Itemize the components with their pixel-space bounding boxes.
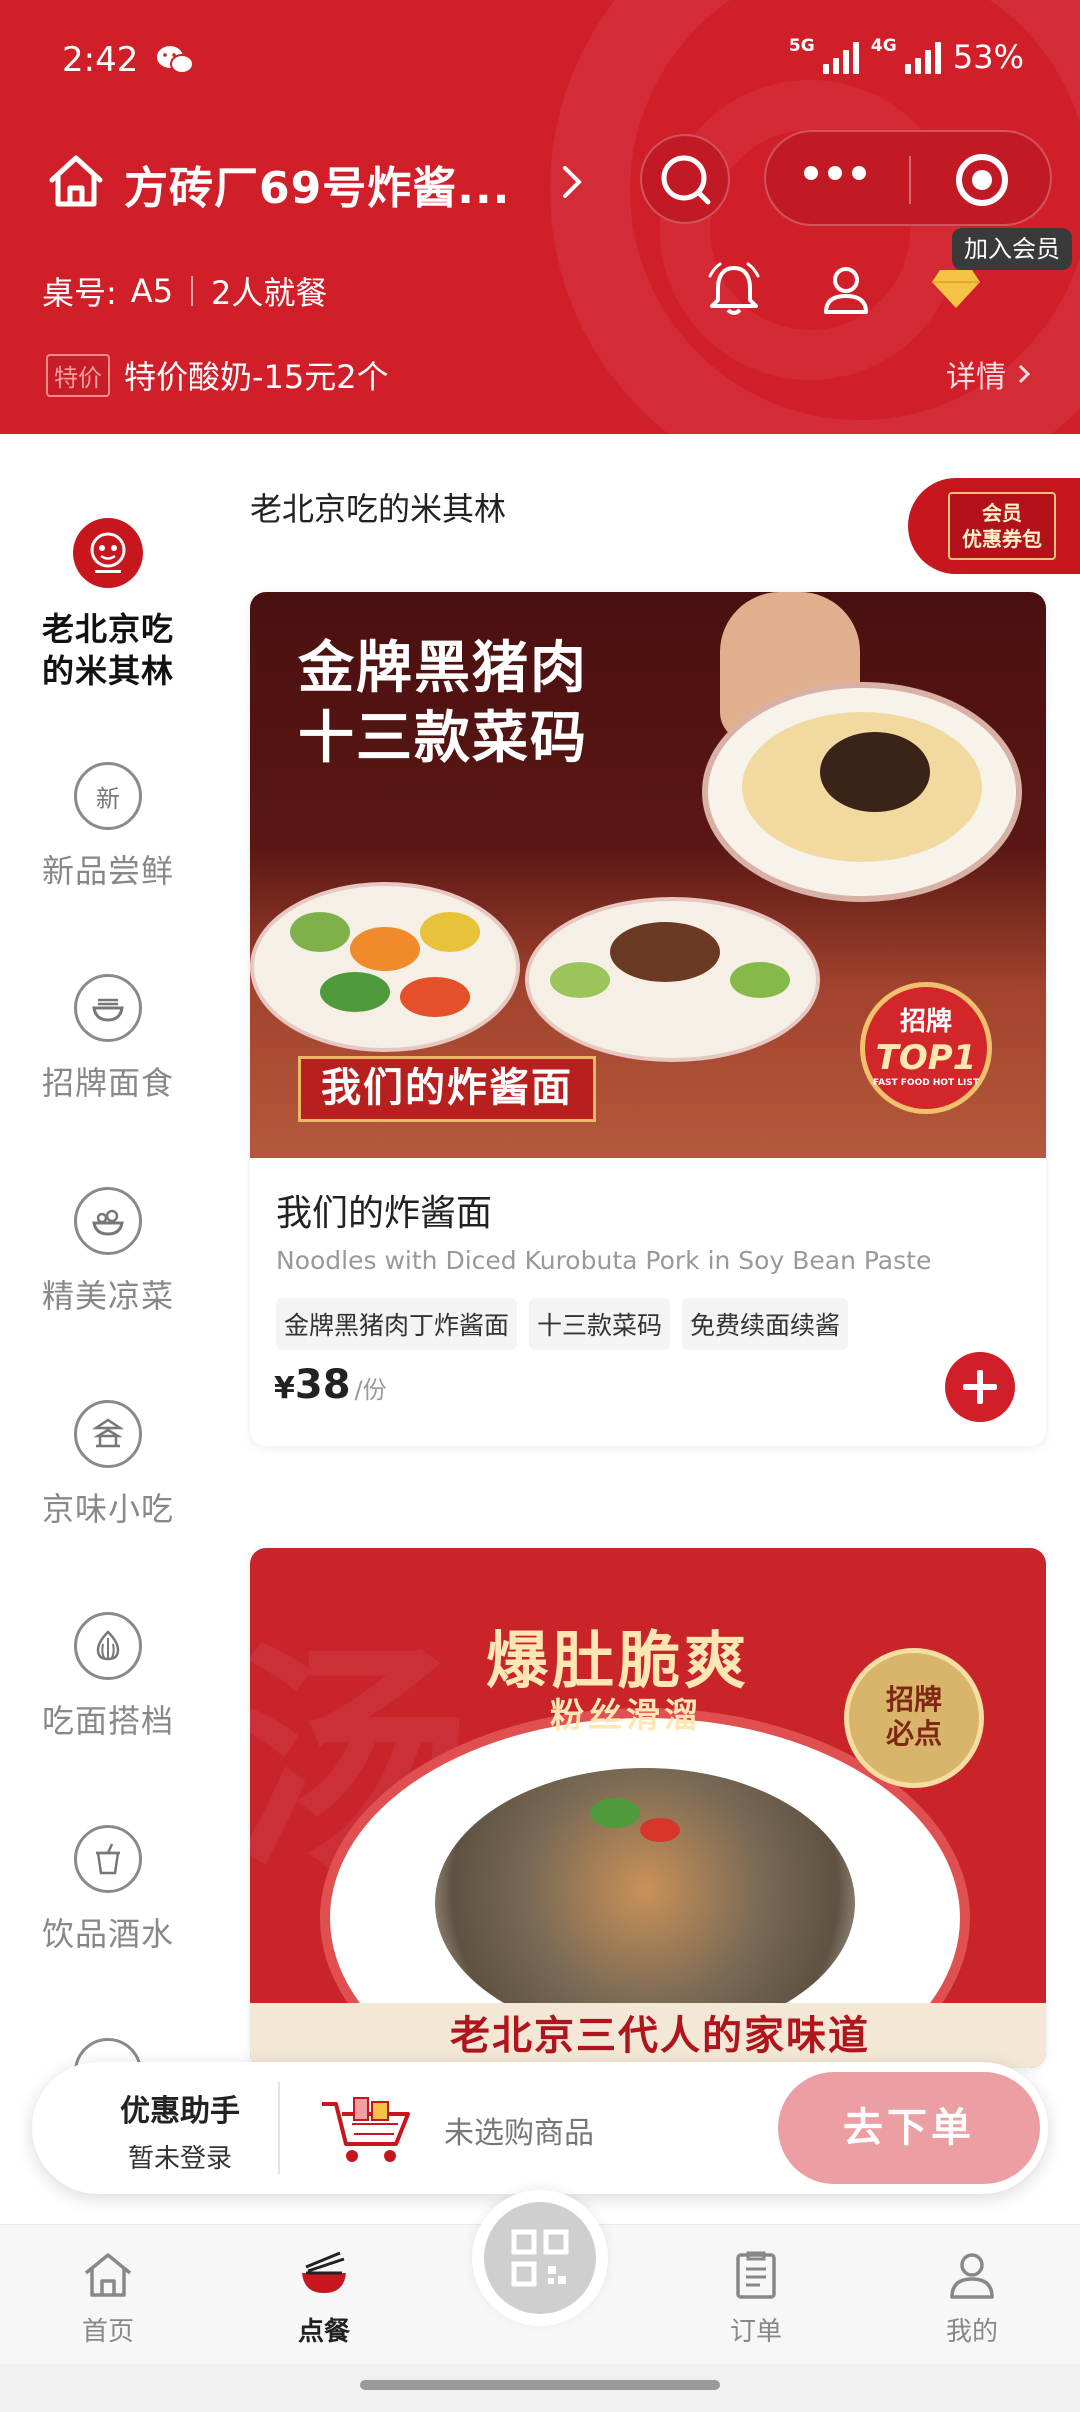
scan-button[interactable] <box>472 2190 608 2326</box>
qr-scan-icon <box>511 2229 569 2287</box>
promo-tag: 特价 <box>46 353 110 397</box>
dish-name-en: Noodles with Diced Kurobuta Pork in Soy … <box>276 1246 932 1275</box>
store-name[interactable]: 方砖厂69号炸酱... <box>124 152 510 216</box>
search-button[interactable] <box>640 134 730 224</box>
salad-bowl-icon <box>74 1187 142 1255</box>
top1-badge: 招牌 TOP1 FAST FOOD HOT LIST <box>860 982 992 1114</box>
diners-count: 2人就餐 <box>211 274 328 312</box>
sidebar-item-label: 老北京吃的米其林 <box>41 610 174 690</box>
person-icon <box>950 2253 994 2299</box>
temple-icon <box>74 1400 142 1468</box>
gesture-bar[interactable] <box>360 2380 720 2390</box>
chevron-right-icon <box>1018 364 1031 384</box>
must-order-badge: 招牌 必点 <box>844 1648 984 1788</box>
noodle-bowl-icon <box>74 974 142 1042</box>
signal-5g-icon: 5G <box>789 36 859 74</box>
sidebar-item-signature-noodles[interactable]: 招牌面食 <box>0 974 216 1104</box>
sidebar-item-label: 精美凉菜 <box>41 1277 174 1315</box>
miniprogram-capsule <box>764 130 1052 226</box>
assistant-status: 暂未登录 <box>127 2144 232 2174</box>
assistant-title: 优惠助手 <box>120 2094 240 2129</box>
dish-tag: 十三款菜码 <box>529 1298 671 1350</box>
sidebar-item-drinks[interactable]: 饮品酒水 <box>0 1825 216 1955</box>
restaurant-logo-icon <box>73 518 143 588</box>
sidebar-item-label: 吃面搭档 <box>41 1702 174 1740</box>
image-slogan: 老北京三代人的家味道 <box>450 2013 870 2059</box>
image-headline: 金牌黑猪肉 十三款菜码 <box>298 636 588 771</box>
dish-tag: 免费续面续酱 <box>682 1298 849 1350</box>
dish-card[interactable]: 金牌黑猪肉 十三款菜码 我们的炸酱面 招牌 TOP1 FAST FOOD HOT… <box>250 592 1046 1446</box>
sidebar-item-label: 新品尝鲜 <box>41 852 174 890</box>
table-info: 桌号: A5 2人就餐 <box>42 268 327 314</box>
member-diamond-icon[interactable] <box>930 262 982 314</box>
nav-me[interactable]: 我的 <box>912 2247 1032 2348</box>
image-headline: 爆肚脆爽 <box>486 1624 751 1697</box>
table-number: A5 <box>130 272 174 310</box>
garlic-icon <box>74 1612 142 1680</box>
dish-tag: 金牌黑猪肉丁炸酱面 <box>276 1298 518 1350</box>
nav-home[interactable]: 首页 <box>48 2247 168 2348</box>
battery-level: 53% <box>952 38 1024 76</box>
cart-bar: 优惠助手 暂未登录 未选购商品 去下单 <box>32 2062 1048 2194</box>
order-list-icon <box>736 2251 776 2299</box>
nav-order-food[interactable]: 点餐 <box>264 2247 384 2348</box>
promo-details-link[interactable]: 详情 <box>946 352 1032 396</box>
nav-orders[interactable]: 订单 <box>696 2247 816 2348</box>
coupon-line-2: 优惠券包 <box>962 527 1042 551</box>
wechat-icon <box>157 46 194 74</box>
home-icon[interactable] <box>46 152 106 210</box>
dish-tags: 金牌黑猪肉丁炸酱面 十三款菜码 免费续面续酱 <box>276 1298 849 1350</box>
user-icon[interactable] <box>814 258 878 322</box>
dish-image[interactable]: 金牌黑猪肉 十三款菜码 我们的炸酱面 招牌 TOP1 FAST FOOD HOT… <box>250 592 1046 1158</box>
image-ribbon: 我们的炸酱面 <box>298 1056 596 1122</box>
sidebar-item-michelin[interactable]: 老北京吃的米其林 <box>0 518 216 692</box>
drink-cup-icon <box>74 1825 142 1893</box>
image-subheadline: 粉丝滑溜 <box>550 1696 702 1736</box>
section-title: 老北京吃的米其林 <box>250 490 507 528</box>
promo-banner[interactable]: 特价 特价酸奶-15元2个 <box>46 352 389 398</box>
signal-4g-icon: 4G <box>871 36 941 74</box>
dish-price: ¥ 38 /份 <box>274 1362 387 1408</box>
dish-card[interactable]: 汤 爆肚脆爽 粉丝滑溜 招牌 必点 老北京三代人的家味道 <box>250 1548 1046 2068</box>
cart-empty-text: 未选购商品 <box>444 2116 594 2151</box>
coupon-line-1: 会员 <box>982 501 1022 525</box>
close-miniprogram-icon[interactable] <box>956 154 1008 206</box>
sidebar-item-beijing-snacks[interactable]: 京味小吃 <box>0 1400 216 1530</box>
details-label: 详情 <box>946 360 1006 395</box>
more-icon[interactable] <box>804 166 866 180</box>
status-time: 2:42 <box>62 40 139 80</box>
sidebar-item-label: 招牌面食 <box>41 1064 174 1102</box>
sidebar-item-noodle-sides[interactable]: 吃面搭档 <box>0 1612 216 1742</box>
home-icon <box>84 2253 132 2297</box>
status-bar: 2:42 5G 4G 53% <box>0 30 1080 96</box>
bell-icon[interactable] <box>702 258 766 322</box>
search-icon <box>661 155 711 205</box>
member-coupon-button[interactable]: 会员 优惠券包 <box>908 478 1080 574</box>
coupon-label: 会员 优惠券包 <box>948 492 1056 560</box>
noodle-bowl-icon <box>302 2251 346 2293</box>
table-label: 桌号: <box>42 274 117 312</box>
sidebar-item-cold-dishes[interactable]: 精美凉菜 <box>0 1187 216 1317</box>
chevron-right-icon[interactable] <box>555 160 589 204</box>
sidebar-item-label: 京味小吃 <box>41 1490 174 1528</box>
sidebar-item-label: 饮品酒水 <box>41 1915 174 1953</box>
place-order-button[interactable]: 去下单 <box>778 2072 1040 2184</box>
dish-image[interactable]: 汤 爆肚脆爽 粉丝滑溜 招牌 必点 老北京三代人的家味道 <box>250 1548 1046 2068</box>
dish-name: 我们的炸酱面 <box>276 1193 493 1234</box>
sidebar-item-new[interactable]: 新 新品尝鲜 <box>0 762 216 892</box>
header: 2:42 5G 4G 53% 方砖厂69号炸酱... 加入会员 桌号: A5 2… <box>0 0 1080 434</box>
new-badge-icon: 新 <box>74 762 142 830</box>
category-sidebar: 老北京吃的米其林 新 新品尝鲜 招牌面食 精美凉菜 京味小吃 吃面搭档 饮品酒水 <box>0 434 216 2134</box>
promo-text: 特价酸奶-15元2个 <box>124 358 389 396</box>
add-to-cart-button[interactable] <box>945 1352 1015 1422</box>
shopping-cart-icon[interactable] <box>318 2094 422 2166</box>
discount-assistant[interactable]: 优惠助手 暂未登录 <box>80 2086 280 2175</box>
